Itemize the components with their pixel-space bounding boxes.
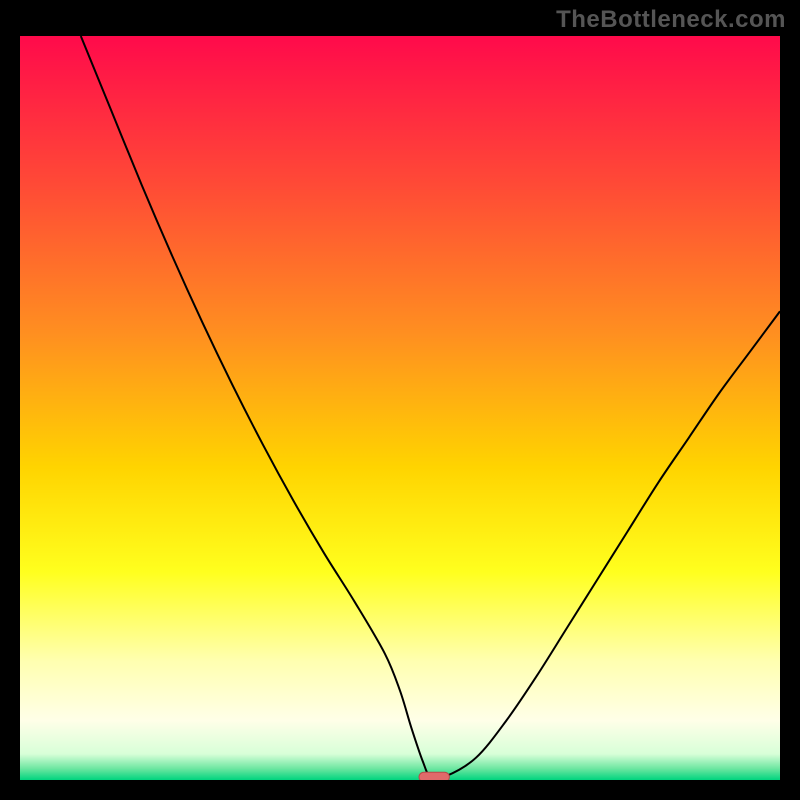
chart-background xyxy=(20,36,780,780)
chart-frame: TheBottleneck.com xyxy=(0,0,800,800)
plot-area xyxy=(20,36,780,780)
chart-svg xyxy=(20,36,780,780)
optimal-marker xyxy=(419,772,449,780)
markers-group xyxy=(419,772,449,780)
watermark-text: TheBottleneck.com xyxy=(556,6,786,34)
